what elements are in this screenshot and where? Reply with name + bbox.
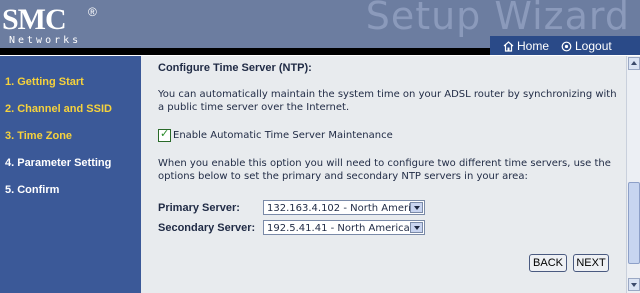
secondary-server-select[interactable]: 192.5.41.41 - North America [263,220,425,235]
back-button[interactable]: BACK [529,254,567,272]
scroll-thumb[interactable] [628,182,640,264]
header-divider [0,48,500,55]
primary-server-label: Primary Server: [158,202,240,214]
primary-server-value: 132.163.4.102 - North America [267,203,423,214]
top-nav: Home Logout [490,36,640,55]
chevron-down-icon[interactable] [410,222,423,233]
step-getting-start[interactable]: 1. Getting Start [5,76,84,88]
step-channel-ssid[interactable]: 2. Channel and SSID [5,103,112,115]
section-title: Configure Time Server (NTP): [158,62,312,74]
home-link-label: Home [517,39,550,53]
logout-icon [561,41,572,51]
secondary-server-value: 192.5.41.41 - North America [267,223,410,234]
auto-time-checkbox[interactable] [158,127,171,142]
step-parameter-setting[interactable]: 4. Parameter Setting [5,157,111,169]
wizard-steps: 1. Getting Start 2. Channel and SSID 3. … [0,56,141,293]
scroll-down-button[interactable] [628,278,640,291]
logout-link-label: Logout [575,39,612,53]
home-icon [503,40,514,52]
smc-logo: SMC [2,3,67,36]
chevron-down-icon[interactable] [410,202,423,213]
logout-link[interactable]: Logout [561,39,612,53]
next-button[interactable]: NEXT [573,254,609,272]
registered-mark: ® [88,5,97,19]
header: Setup Wizard SMC ® Networks Home Logout [0,0,640,55]
vertical-scrollbar[interactable] [626,56,640,293]
setup-wizard-watermark: Setup Wizard [365,0,630,38]
auto-time-checkbox-label: Enable Automatic Time Server Maintenance [173,130,393,141]
scroll-up-button[interactable] [628,57,640,70]
info-text: When you enable this option you will nee… [158,158,611,182]
primary-server-select[interactable]: 132.163.4.102 - North America [263,200,425,215]
home-link[interactable]: Home [503,39,549,53]
step-time-zone[interactable]: 3. Time Zone [5,130,72,142]
intro-text: You can automatically maintain the syste… [158,89,617,113]
step-confirm[interactable]: 5. Confirm [5,184,59,196]
secondary-server-label: Secondary Server: [158,222,256,234]
auto-time-checkbox-row[interactable]: Enable Automatic Time Server Maintenance [158,127,393,142]
logo-subtitle: Networks [9,35,82,46]
content-panel: Configure Time Server (NTP): You can aut… [141,56,626,293]
